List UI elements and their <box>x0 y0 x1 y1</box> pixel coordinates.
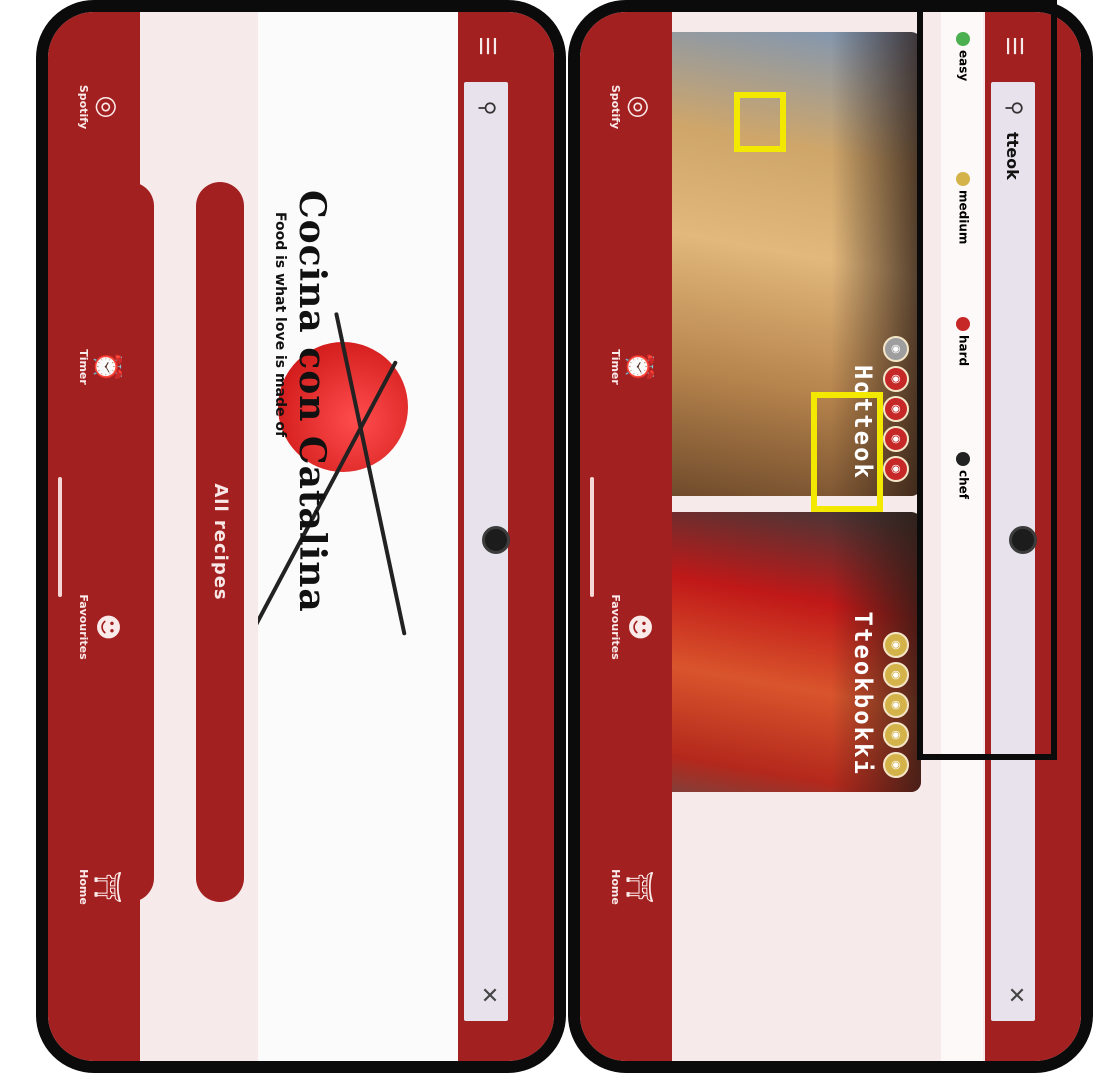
chef-icon <box>956 452 971 466</box>
easy-icon <box>956 32 971 46</box>
search-input[interactable] <box>999 130 1027 334</box>
nav-item-spotify[interactable]: ◎ Spotify <box>64 52 124 162</box>
menu-icon[interactable]: ☰ <box>470 30 502 62</box>
highlight-title <box>811 392 883 512</box>
filter-medium[interactable]: medium <box>953 172 971 244</box>
difficulty-badges: ◉ ◉ ◉ ◉ ◉ <box>883 628 909 778</box>
difficulty-badge: ◉ <box>883 662 909 688</box>
gesture-pill[interactable] <box>590 476 594 597</box>
nav-item-favourites[interactable]: ☻ Favourites <box>596 572 656 682</box>
status-bar <box>514 12 554 1061</box>
nav-label: Spotify <box>609 84 622 130</box>
shrine-icon: ⛩ <box>92 870 122 904</box>
music-icon: ◎ <box>92 95 122 119</box>
difficulty-badges: ◉ ◉ ◉ ◉ ◉ <box>883 332 909 482</box>
category-all-recipes[interactable]: All recipes <box>196 182 244 902</box>
filter-label: hard <box>956 335 971 367</box>
search-screen: ☰ ⚲ ✕ easy medium hard chef Hotte <box>568 0 1093 1073</box>
difficulty-filters: easy medium hard chef <box>941 12 983 1061</box>
filter-hard[interactable]: hard <box>953 317 971 366</box>
filter-easy[interactable]: easy <box>953 32 971 81</box>
difficulty-badge: ◉ <box>883 752 909 778</box>
medium-icon <box>956 172 971 186</box>
rotated-canvas: ☰ ⚲ ✕ easy medium hard chef Hotte <box>0 0 1097 1073</box>
brand-hero: Cocina con Catalina Food is what love is… <box>258 12 458 1061</box>
filter-label: medium <box>956 190 971 245</box>
nav-label: Spotify <box>77 84 90 130</box>
chef-icon: ☻ <box>92 613 122 641</box>
status-bar <box>1041 12 1081 1061</box>
nav-item-favourites[interactable]: ☻ Favourites <box>64 572 124 682</box>
nav-label: Home <box>77 869 90 905</box>
nav-item-timer[interactable]: ⏰ Timer <box>64 312 124 422</box>
menu-icon[interactable]: ☰ <box>997 30 1029 62</box>
nav-label: Timer <box>609 349 622 385</box>
nav-item-spotify[interactable]: ◎ Spotify <box>596 52 656 162</box>
home-screen: ☰ ⚲ ✕ Cocina con Catalina Food is what l… <box>36 0 566 1073</box>
bottom-nav: ◎ Spotify ⏰ Timer ☻ Favourites ⛩ Home <box>580 12 672 1061</box>
difficulty-badge: ◉ <box>883 456 909 482</box>
front-camera <box>1009 525 1037 554</box>
bottom-nav: ◎ Spotify ⏰ Timer ☻ Favourites ⛩ Home <box>48 12 140 1061</box>
filter-label: easy <box>956 50 971 82</box>
search-icon: ⚲ <box>1003 100 1027 116</box>
difficulty-badge: ◉ <box>883 336 909 362</box>
brand-tagline: Food is what love is made of <box>272 212 288 438</box>
nav-label: Home <box>609 869 622 905</box>
search-icon: ⚲ <box>476 100 500 116</box>
close-icon[interactable]: ✕ <box>1003 983 1028 1007</box>
difficulty-badge: ◉ <box>883 692 909 718</box>
nav-label: Timer <box>77 349 90 385</box>
difficulty-badge: ◉ <box>883 396 909 422</box>
alarm-icon: ⏰ <box>624 350 654 384</box>
hard-icon <box>956 317 971 331</box>
alarm-icon: ⏰ <box>92 350 122 384</box>
shrine-icon: ⛩ <box>624 870 654 904</box>
recipe-title: Tteokbokki <box>849 611 877 777</box>
difficulty-badge: ◉ <box>883 426 909 452</box>
filter-chef[interactable]: chef <box>953 452 971 499</box>
nav-item-home[interactable]: ⛩ Home <box>596 832 656 942</box>
nav-item-home[interactable]: ⛩ Home <box>64 832 124 942</box>
music-icon: ◎ <box>624 95 654 119</box>
chef-icon: ☻ <box>624 613 654 641</box>
highlight-search-query <box>734 92 786 152</box>
difficulty-badge: ◉ <box>883 722 909 748</box>
difficulty-badge: ◉ <box>883 632 909 658</box>
gesture-pill[interactable] <box>58 476 62 597</box>
filter-label: chef <box>956 470 971 500</box>
nav-label: Favourites <box>77 594 90 660</box>
close-icon[interactable]: ✕ <box>476 983 501 1007</box>
difficulty-badge: ◉ <box>883 366 909 392</box>
brand-title: Cocina con Catalina <box>291 190 333 613</box>
nav-item-timer[interactable]: ⏰ Timer <box>596 312 656 422</box>
nav-label: Favourites <box>609 594 622 660</box>
front-camera <box>482 525 510 554</box>
